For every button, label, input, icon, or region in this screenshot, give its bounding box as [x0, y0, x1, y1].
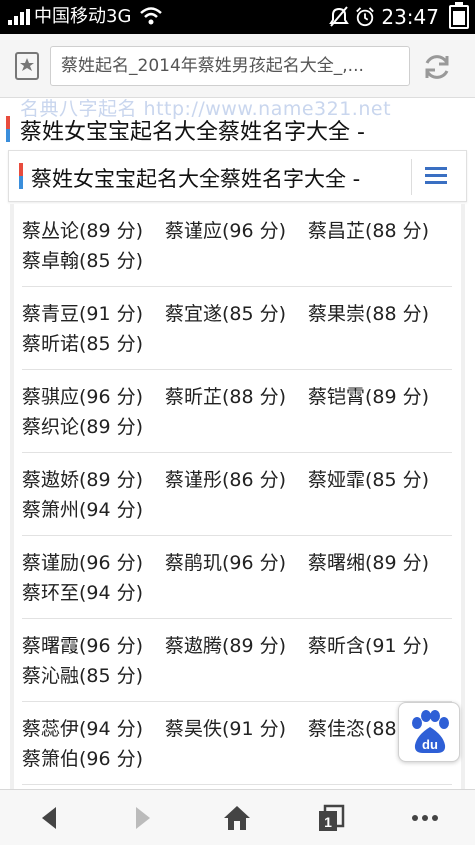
- name-item[interactable]: 蔡箫州(94 分): [22, 495, 165, 525]
- title-accent-bar: [6, 116, 10, 142]
- names-list: 蔡丛论(89 分) 蔡谨应(96 分) 蔡昌芷(88 分) 蔡卓翰(85 分) 蔡青豆(…: [14, 204, 461, 789]
- wifi-icon: [140, 7, 162, 25]
- name-item[interactable]: 蔡鹃玑(96 分): [165, 548, 308, 578]
- status-clock: 23:47: [381, 5, 439, 29]
- baidu-paw-icon: du: [412, 710, 449, 753]
- name-item[interactable]: 蔡卓翰(85 分): [22, 246, 165, 276]
- name-item[interactable]: 蔡谨励(96 分): [22, 548, 165, 578]
- alarm-clock-icon: [356, 7, 375, 27]
- name-item[interactable]: 蔡昕诺(85 分): [22, 329, 165, 359]
- svg-text:1: 1: [324, 814, 332, 830]
- name-item[interactable]: 蔡遨腾(89 分): [165, 631, 308, 661]
- name-item[interactable]: 蔡昕含(91 分): [308, 631, 451, 661]
- back-arrow-icon[interactable]: [34, 804, 64, 832]
- name-item[interactable]: 蔡娅霏(85 分): [308, 465, 451, 495]
- tabs-icon[interactable]: 1: [316, 804, 346, 832]
- name-item[interactable]: 蔡昊佚(91 分): [165, 714, 308, 744]
- menu-icon[interactable]: [425, 167, 447, 185]
- name-group: 蔡丛论(89 分) 蔡谨应(96 分) 蔡昌芷(88 分) 蔡卓翰(85 分): [22, 204, 452, 287]
- mute-icon: [329, 6, 350, 27]
- bookmark-icon[interactable]: [14, 52, 40, 80]
- name-item[interactable]: 蔡沁融(85 分): [22, 661, 165, 691]
- header-accent-bar: [19, 163, 23, 189]
- name-group: 蔡谨励(96 分) 蔡鹃玑(96 分) 蔡曙缃(89 分) 蔡环至(94 分): [22, 536, 452, 619]
- name-item[interactable]: 蔡箫伯(96 分): [22, 744, 165, 774]
- baidu-floating-button[interactable]: du: [398, 702, 460, 762]
- name-item[interactable]: 蔡曙缃(89 分): [308, 548, 451, 578]
- home-icon[interactable]: [222, 804, 252, 832]
- name-group: 蔡蕊伊(94 分) 蔡昊佚(91 分) 蔡佳恣(88 分) 蔡箫伯(96 分): [22, 702, 452, 785]
- page-title-row: 蔡姓女宝宝起名大全蔡姓名字大全 -: [0, 110, 475, 152]
- address-bar[interactable]: 蔡姓起名_2014年蔡姓男孩起名大全_,...: [50, 46, 410, 86]
- baidu-button-label: du: [422, 737, 438, 752]
- section-header: 蔡姓女宝宝起名大全蔡姓名字大全 -: [8, 150, 467, 202]
- status-bar: 中国移动3G 23:47: [0, 0, 475, 34]
- more-options-icon[interactable]: [410, 804, 440, 832]
- battery-icon: [449, 2, 469, 29]
- name-item[interactable]: 蔡环至(94 分): [22, 578, 165, 608]
- name-item[interactable]: 蔡谨彤(86 分): [165, 465, 308, 495]
- name-item[interactable]: 蔡铠霄(89 分): [308, 382, 451, 412]
- page-title: 蔡姓女宝宝起名大全蔡姓名字大全 -: [20, 120, 365, 145]
- name-group: 蔡遨娇(89 分) 蔡谨彤(86 分) 蔡娅霏(85 分) 蔡箫州(94 分): [22, 453, 452, 536]
- browser-toolbar: 蔡姓起名_2014年蔡姓男孩起名大全_,...: [0, 34, 475, 98]
- signal-strength-icon: [8, 9, 30, 25]
- name-item[interactable]: 蔡青豆(91 分): [22, 299, 165, 329]
- carrier-name: 中国移动3G: [34, 6, 132, 27]
- name-item[interactable]: 蔡昕芷(88 分): [165, 382, 308, 412]
- refresh-icon[interactable]: [422, 52, 452, 82]
- section-header-title: 蔡姓女宝宝起名大全蔡姓名字大全 -: [31, 167, 361, 191]
- name-item[interactable]: 蔡宜遂(85 分): [165, 299, 308, 329]
- name-item[interactable]: 蔡遨娇(89 分): [22, 465, 165, 495]
- name-item[interactable]: 蔡谨应(96 分): [165, 216, 308, 246]
- name-item[interactable]: 蔡织论(89 分): [22, 412, 165, 442]
- name-group: 蔡骐应(96 分) 蔡昕芷(88 分) 蔡铠霄(89 分) 蔡织论(89 分): [22, 370, 452, 453]
- name-group: 蔡曙霞(96 分) 蔡遨腾(89 分) 蔡昕含(91 分) 蔡沁融(85 分): [22, 619, 452, 702]
- forward-arrow-icon[interactable]: [128, 804, 158, 832]
- bottom-navigation: 1: [0, 789, 475, 845]
- name-item[interactable]: 蔡果崇(88 分): [308, 299, 451, 329]
- name-item[interactable]: 蔡曙霞(96 分): [22, 631, 165, 661]
- name-item[interactable]: 蔡丛论(89 分): [22, 216, 165, 246]
- name-item[interactable]: 蔡蕊伊(94 分): [22, 714, 165, 744]
- content-area: 蔡丛论(89 分) 蔡谨应(96 分) 蔡昌芷(88 分) 蔡卓翰(85 分) 蔡青豆(…: [10, 204, 465, 789]
- name-item[interactable]: 蔡昌芷(88 分): [308, 216, 451, 246]
- name-item[interactable]: 蔡骐应(96 分): [22, 382, 165, 412]
- header-divider: [411, 159, 412, 195]
- name-group: 蔡青豆(91 分) 蔡宜遂(85 分) 蔡果崇(88 分) 蔡昕诺(85 分): [22, 287, 452, 370]
